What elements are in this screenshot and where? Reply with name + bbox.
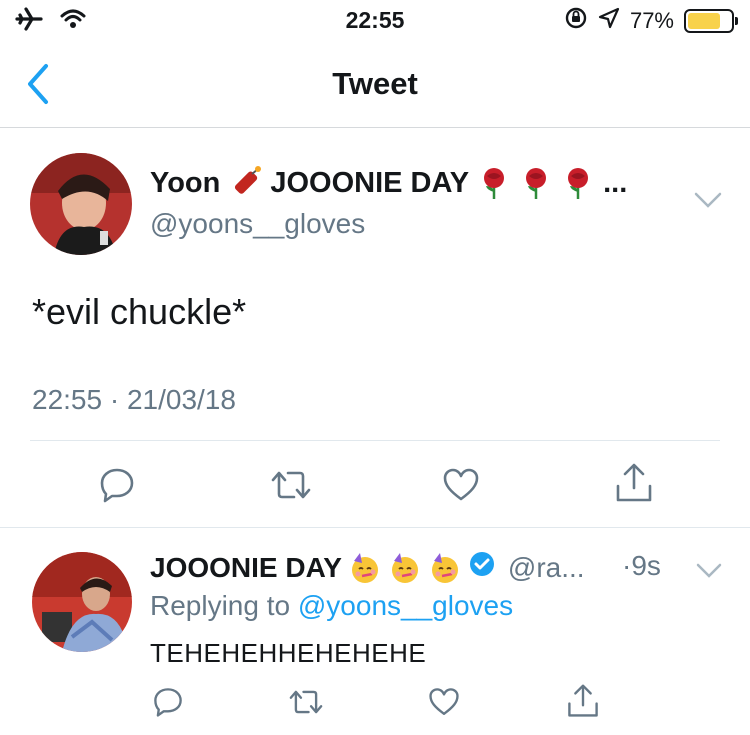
status-bar-right: 77% <box>564 6 738 36</box>
replying-to: Replying to @yoons__gloves <box>150 590 513 622</box>
like-button[interactable] <box>428 686 460 723</box>
rose-icon <box>477 166 511 200</box>
tweet-timestamp: 22:55 · 21/03/18 <box>32 384 236 415</box>
rose-icon <box>519 166 553 200</box>
status-bar: 22:55 77% <box>0 0 750 40</box>
partying-face-icon <box>428 551 462 585</box>
verified-badge-icon <box>468 550 496 585</box>
reply-button[interactable] <box>98 466 136 509</box>
reply-display-name: JOOONIE DAY <box>150 551 342 583</box>
like-icon <box>442 468 480 508</box>
share-button[interactable] <box>566 683 600 724</box>
firecracker-icon <box>228 166 262 200</box>
battery-icon <box>684 9 738 33</box>
like-button[interactable] <box>442 466 480 509</box>
reply-options-button[interactable] <box>694 562 724 580</box>
reply-timestamp: ·9s <box>622 550 661 581</box>
chevron-down-icon <box>692 192 724 214</box>
partying-face-icon <box>348 551 382 585</box>
battery-level <box>688 13 721 29</box>
main-tweet: Yoon JOOONIE DAY ... @yoons__gloves *evi… <box>0 128 750 528</box>
page-title: Tweet <box>332 66 418 101</box>
share-icon <box>614 463 654 508</box>
reply-button[interactable] <box>152 686 184 723</box>
divider <box>30 440 720 441</box>
avatar[interactable] <box>30 153 132 255</box>
location-icon <box>598 7 620 35</box>
display-name-part-2: JOOONIE DAY <box>270 166 470 199</box>
reply-icon <box>152 688 184 722</box>
replying-to-link[interactable]: @yoons__gloves <box>298 590 513 621</box>
tweet-options-button[interactable] <box>692 190 724 210</box>
like-icon <box>428 688 460 722</box>
display-name-ellipsis: ... <box>603 166 628 199</box>
display-name-part-1: Yoon <box>150 166 221 199</box>
tweet-handle[interactable]: @yoons__gloves <box>150 208 365 240</box>
nav-bar: Tweet <box>0 40 750 128</box>
partying-face-icon <box>388 551 422 585</box>
reply-text: TEHEHEHHEHEHEHE <box>150 638 427 668</box>
retweet-icon <box>288 690 324 722</box>
retweet-button[interactable] <box>288 686 324 723</box>
chevron-down-icon <box>694 563 724 584</box>
orientation-lock-icon <box>564 6 588 36</box>
battery-percent: 77% <box>629 8 674 33</box>
share-button[interactable] <box>614 462 654 509</box>
reply-handle: @ra... <box>507 551 585 583</box>
retweet-button[interactable] <box>270 466 312 509</box>
avatar[interactable] <box>32 552 132 652</box>
share-icon <box>566 684 600 723</box>
reply-tweet[interactable]: JOOONIE DAY @ra... ·9s Replying to @yoon… <box>0 528 750 735</box>
rose-icon <box>561 166 595 200</box>
tweet-author-name[interactable]: Yoon JOOONIE DAY ... <box>150 166 627 200</box>
reply-icon <box>98 468 136 508</box>
replying-to-label: Replying to <box>150 590 291 621</box>
tweet-text: *evil chuckle* <box>32 291 247 332</box>
reply-author-row[interactable]: JOOONIE DAY @ra... <box>150 550 585 585</box>
retweet-icon <box>270 471 312 508</box>
